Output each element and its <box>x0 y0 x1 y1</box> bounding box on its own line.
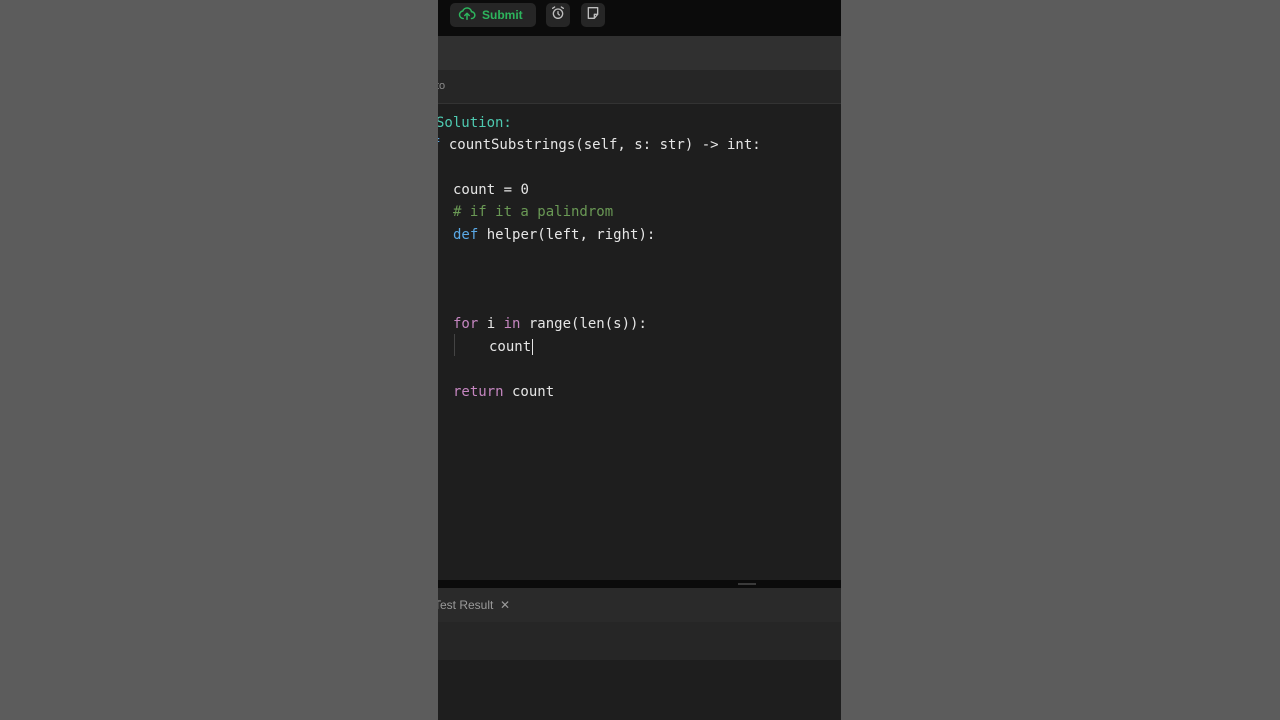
text-cursor <box>532 339 534 355</box>
bottom-panel-header <box>438 622 841 660</box>
language-label[interactable]: to <box>438 80 445 92</box>
code-line-2: f countSubstrings(self, s: str) -> int: <box>438 137 761 153</box>
editor-subheader <box>438 70 841 104</box>
resize-handle[interactable] <box>738 583 756 585</box>
code-line-8: return count <box>453 384 555 400</box>
left-backdrop <box>0 0 438 720</box>
bottom-tab-bar <box>438 588 841 622</box>
bottom-panel-body <box>438 660 841 720</box>
panel-divider[interactable] <box>438 580 841 588</box>
submit-button[interactable]: Submit <box>450 3 536 27</box>
code-line-7: count <box>489 339 534 355</box>
code-line-3: count = 0 <box>453 182 529 198</box>
top-toolbar: Submit <box>438 0 841 30</box>
cloud-upload-icon <box>458 5 476 26</box>
submit-label: Submit <box>482 8 523 22</box>
code-line-5: def helper(left, right): <box>453 227 656 243</box>
alarm-clock-icon <box>550 5 566 26</box>
code-line-4: # if it a palindrom <box>453 204 614 220</box>
close-icon[interactable]: ✕ <box>500 598 510 612</box>
editor-window: Submit to Solution: f countSubstrings(se… <box>438 0 841 720</box>
indent-guide <box>454 334 455 356</box>
code-line-1: Solution: <box>438 115 512 131</box>
editor-header <box>438 36 841 70</box>
right-backdrop <box>841 0 1280 720</box>
alarm-button[interactable] <box>546 3 570 27</box>
code-line-6: for i in range(len(s)): <box>453 316 647 332</box>
note-icon <box>585 5 601 26</box>
tab-test-result[interactable]: Test Result <box>438 598 493 612</box>
notes-button[interactable] <box>581 3 605 27</box>
